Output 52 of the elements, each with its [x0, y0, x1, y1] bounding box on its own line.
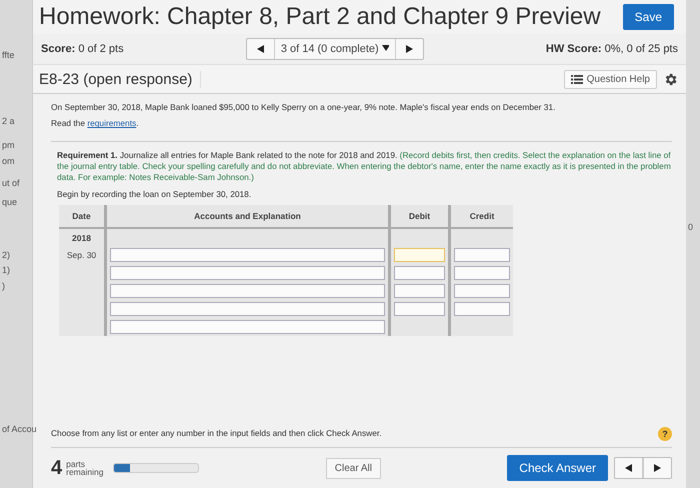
- question-title: E8-23 (open response): [39, 70, 202, 88]
- background-text: 0: [688, 222, 694, 232]
- background-text: que: [2, 197, 18, 207]
- hint-text: Choose from any list or enter any number in the input fields and then click Check Answer.: [51, 428, 382, 440]
- credit-field[interactable]: [454, 284, 510, 298]
- background-text: ut of: [2, 178, 20, 188]
- account-field[interactable]: [110, 284, 385, 298]
- account-field[interactable]: [110, 320, 385, 334]
- background-text: ): [2, 281, 5, 291]
- requirement-text: Requirement 1. Journalize all entries for Maple Bank related to the note for 2018 and 2019. (Record debits first, then credits. Select the explanation on the last line of the journal entry table. Check your spelling carefully and do not abbreviate. When entering the debtor's name, enter the name exactly as it is presented in the problem data. For example: Notes Receivable-Sam Johnson.): [57, 150, 672, 184]
- score-text: Score: 0 of 2 pts: [41, 43, 124, 55]
- left-triangle-icon: [625, 464, 632, 472]
- year-cell: 2018: [59, 229, 107, 246]
- credit-field[interactable]: [454, 248, 510, 262]
- account-field[interactable]: [110, 302, 385, 316]
- debit-field[interactable]: [394, 266, 445, 280]
- background-text: 2): [2, 250, 10, 260]
- background-text: om: [2, 156, 15, 166]
- debit-field[interactable]: [394, 248, 445, 262]
- debit-field[interactable]: [394, 284, 445, 298]
- requirements-link[interactable]: requirements: [87, 118, 136, 128]
- parts-count: 4: [51, 456, 62, 480]
- debit-field[interactable]: [394, 302, 445, 316]
- help-button[interactable]: ?: [658, 427, 672, 441]
- column-header: Accounts and Explanation: [107, 205, 391, 230]
- remaining-label: remaining: [66, 468, 104, 476]
- column-header: Credit: [451, 205, 513, 230]
- read-requirements-text: Read the requirements.: [51, 118, 140, 130]
- check-answer-button[interactable]: Check Answer: [507, 455, 608, 481]
- date-cell: Sep. 30: [59, 246, 107, 264]
- clear-all-button[interactable]: Clear All: [326, 458, 381, 478]
- background-text: ffte: [2, 50, 14, 60]
- list-icon: [570, 74, 583, 84]
- settings-icon[interactable]: [663, 72, 678, 86]
- homework-title: Homework: Chapter 8, Part 2 and Chapter 9 Preview: [39, 3, 601, 31]
- background-text: of Accou: [2, 424, 37, 434]
- account-field[interactable]: [110, 248, 385, 262]
- problem-statement: On September 30, 2018, Maple Bank loaned $95,000 to Kelly Sperry on a one-year, 9% note. Maple's fiscal year ends on December 31.: [51, 102, 556, 114]
- column-header: Debit: [391, 205, 451, 230]
- column-header: Date: [59, 205, 107, 230]
- credit-field[interactable]: [454, 266, 510, 280]
- hw-score-text: HW Score: 0%, 0 of 25 pts: [546, 43, 678, 55]
- instruction-text: Begin by recording the loan on September 30, 2018.: [57, 188, 252, 200]
- background-text: pm: [2, 140, 15, 150]
- parts-label: parts: [66, 460, 86, 468]
- account-field[interactable]: [110, 266, 385, 280]
- save-button[interactable]: Save: [622, 4, 674, 30]
- background-text: 1): [2, 265, 10, 275]
- question-help-button[interactable]: Question Help: [564, 70, 657, 88]
- background-text: 2 a: [2, 116, 15, 126]
- right-triangle-icon: [654, 464, 661, 472]
- credit-field[interactable]: [454, 302, 510, 316]
